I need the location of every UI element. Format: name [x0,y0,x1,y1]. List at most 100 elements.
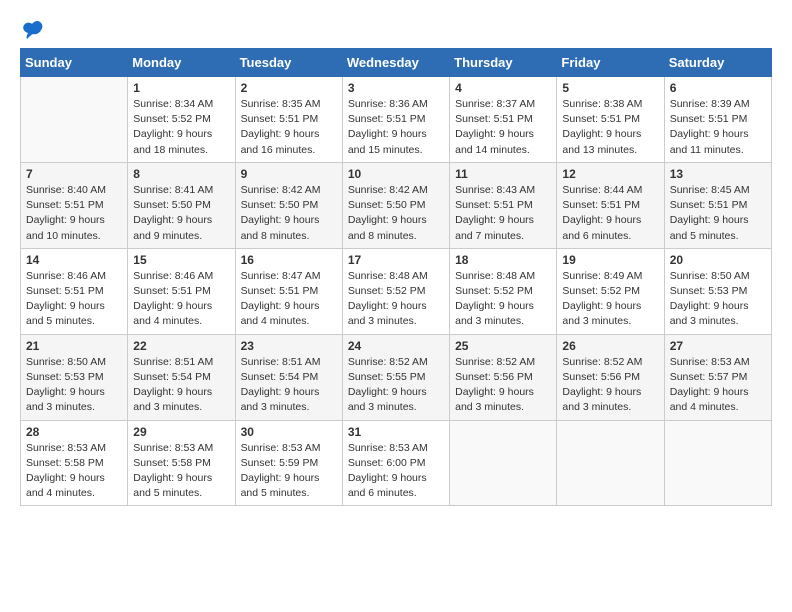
sunset-text: Sunset: 5:51 PM [133,285,211,297]
day-info: Sunrise: 8:52 AM Sunset: 5:56 PM Dayligh… [455,355,551,416]
sunrise-text: Sunrise: 8:35 AM [241,98,321,110]
day-number: 9 [241,167,337,181]
day-info: Sunrise: 8:52 AM Sunset: 5:56 PM Dayligh… [562,355,658,416]
daylight-text: Daylight: 9 hours and 5 minutes. [241,472,320,499]
calendar-week-row: 28 Sunrise: 8:53 AM Sunset: 5:58 PM Dayl… [21,420,772,506]
daylight-text: Daylight: 9 hours and 18 minutes. [133,128,212,155]
calendar-cell [21,77,128,163]
sunrise-text: Sunrise: 8:42 AM [241,184,321,196]
sunset-text: Sunset: 5:56 PM [562,371,640,383]
calendar-cell: 24 Sunrise: 8:52 AM Sunset: 5:55 PM Dayl… [342,334,449,420]
day-number: 27 [670,339,766,353]
sunrise-text: Sunrise: 8:37 AM [455,98,535,110]
calendar-cell: 4 Sunrise: 8:37 AM Sunset: 5:51 PM Dayli… [450,77,557,163]
day-info: Sunrise: 8:50 AM Sunset: 5:53 PM Dayligh… [26,355,122,416]
calendar-cell: 29 Sunrise: 8:53 AM Sunset: 5:58 PM Dayl… [128,420,235,506]
calendar-header-sunday: Sunday [21,49,128,77]
calendar-cell: 8 Sunrise: 8:41 AM Sunset: 5:50 PM Dayli… [128,162,235,248]
sunrise-text: Sunrise: 8:34 AM [133,98,213,110]
daylight-text: Daylight: 9 hours and 6 minutes. [562,214,641,241]
day-number: 3 [348,81,444,95]
day-number: 28 [26,425,122,439]
daylight-text: Daylight: 9 hours and 3 minutes. [562,300,641,327]
daylight-text: Daylight: 9 hours and 9 minutes. [133,214,212,241]
sunset-text: Sunset: 5:51 PM [241,113,319,125]
day-info: Sunrise: 8:40 AM Sunset: 5:51 PM Dayligh… [26,183,122,244]
sunrise-text: Sunrise: 8:47 AM [241,270,321,282]
day-number: 20 [670,253,766,267]
sunset-text: Sunset: 5:56 PM [455,371,533,383]
daylight-text: Daylight: 9 hours and 14 minutes. [455,128,534,155]
calendar-header-monday: Monday [128,49,235,77]
day-number: 18 [455,253,551,267]
daylight-text: Daylight: 9 hours and 5 minutes. [133,472,212,499]
calendar-header-thursday: Thursday [450,49,557,77]
sunrise-text: Sunrise: 8:40 AM [26,184,106,196]
sunrise-text: Sunrise: 8:41 AM [133,184,213,196]
calendar-header-saturday: Saturday [664,49,771,77]
day-info: Sunrise: 8:45 AM Sunset: 5:51 PM Dayligh… [670,183,766,244]
calendar-cell: 28 Sunrise: 8:53 AM Sunset: 5:58 PM Dayl… [21,420,128,506]
sunset-text: Sunset: 5:52 PM [562,285,640,297]
daylight-text: Daylight: 9 hours and 5 minutes. [26,300,105,327]
sunset-text: Sunset: 5:51 PM [455,113,533,125]
day-number: 22 [133,339,229,353]
day-info: Sunrise: 8:49 AM Sunset: 5:52 PM Dayligh… [562,269,658,330]
day-number: 24 [348,339,444,353]
calendar-week-row: 14 Sunrise: 8:46 AM Sunset: 5:51 PM Dayl… [21,248,772,334]
calendar-cell: 3 Sunrise: 8:36 AM Sunset: 5:51 PM Dayli… [342,77,449,163]
day-info: Sunrise: 8:46 AM Sunset: 5:51 PM Dayligh… [26,269,122,330]
daylight-text: Daylight: 9 hours and 13 minutes. [562,128,641,155]
day-number: 31 [348,425,444,439]
daylight-text: Daylight: 9 hours and 4 minutes. [26,472,105,499]
day-info: Sunrise: 8:42 AM Sunset: 5:50 PM Dayligh… [348,183,444,244]
day-number: 25 [455,339,551,353]
calendar-cell: 14 Sunrise: 8:46 AM Sunset: 5:51 PM Dayl… [21,248,128,334]
sunset-text: Sunset: 5:51 PM [455,199,533,211]
day-info: Sunrise: 8:37 AM Sunset: 5:51 PM Dayligh… [455,97,551,158]
sunset-text: Sunset: 5:51 PM [241,285,319,297]
sunset-text: Sunset: 5:54 PM [133,371,211,383]
daylight-text: Daylight: 9 hours and 7 minutes. [455,214,534,241]
day-number: 8 [133,167,229,181]
sunset-text: Sunset: 5:53 PM [670,285,748,297]
daylight-text: Daylight: 9 hours and 15 minutes. [348,128,427,155]
calendar-header-tuesday: Tuesday [235,49,342,77]
day-number: 10 [348,167,444,181]
sunrise-text: Sunrise: 8:38 AM [562,98,642,110]
daylight-text: Daylight: 9 hours and 3 minutes. [455,300,534,327]
calendar-week-row: 7 Sunrise: 8:40 AM Sunset: 5:51 PM Dayli… [21,162,772,248]
sunrise-text: Sunrise: 8:53 AM [26,442,106,454]
calendar-cell: 9 Sunrise: 8:42 AM Sunset: 5:50 PM Dayli… [235,162,342,248]
sunrise-text: Sunrise: 8:46 AM [26,270,106,282]
daylight-text: Daylight: 9 hours and 4 minutes. [133,300,212,327]
daylight-text: Daylight: 9 hours and 3 minutes. [348,386,427,413]
calendar-cell: 5 Sunrise: 8:38 AM Sunset: 5:51 PM Dayli… [557,77,664,163]
calendar-cell: 11 Sunrise: 8:43 AM Sunset: 5:51 PM Dayl… [450,162,557,248]
calendar-week-row: 21 Sunrise: 8:50 AM Sunset: 5:53 PM Dayl… [21,334,772,420]
sunset-text: Sunset: 5:52 PM [455,285,533,297]
calendar-week-row: 1 Sunrise: 8:34 AM Sunset: 5:52 PM Dayli… [21,77,772,163]
calendar-cell: 21 Sunrise: 8:50 AM Sunset: 5:53 PM Dayl… [21,334,128,420]
calendar-cell: 13 Sunrise: 8:45 AM Sunset: 5:51 PM Dayl… [664,162,771,248]
calendar-table: SundayMondayTuesdayWednesdayThursdayFrid… [20,48,772,506]
daylight-text: Daylight: 9 hours and 10 minutes. [26,214,105,241]
sunset-text: Sunset: 5:58 PM [26,457,104,469]
calendar-cell: 16 Sunrise: 8:47 AM Sunset: 5:51 PM Dayl… [235,248,342,334]
calendar-cell: 23 Sunrise: 8:51 AM Sunset: 5:54 PM Dayl… [235,334,342,420]
day-number: 4 [455,81,551,95]
calendar-cell: 30 Sunrise: 8:53 AM Sunset: 5:59 PM Dayl… [235,420,342,506]
calendar-cell: 20 Sunrise: 8:50 AM Sunset: 5:53 PM Dayl… [664,248,771,334]
sunset-text: Sunset: 5:57 PM [670,371,748,383]
calendar-header-row: SundayMondayTuesdayWednesdayThursdayFrid… [21,49,772,77]
day-info: Sunrise: 8:41 AM Sunset: 5:50 PM Dayligh… [133,183,229,244]
sunrise-text: Sunrise: 8:52 AM [455,356,535,368]
day-number: 2 [241,81,337,95]
day-info: Sunrise: 8:39 AM Sunset: 5:51 PM Dayligh… [670,97,766,158]
sunset-text: Sunset: 5:51 PM [26,199,104,211]
calendar-header-wednesday: Wednesday [342,49,449,77]
logo-bird-icon [22,20,44,40]
calendar-cell: 15 Sunrise: 8:46 AM Sunset: 5:51 PM Dayl… [128,248,235,334]
daylight-text: Daylight: 9 hours and 4 minutes. [241,300,320,327]
logo [20,20,44,40]
